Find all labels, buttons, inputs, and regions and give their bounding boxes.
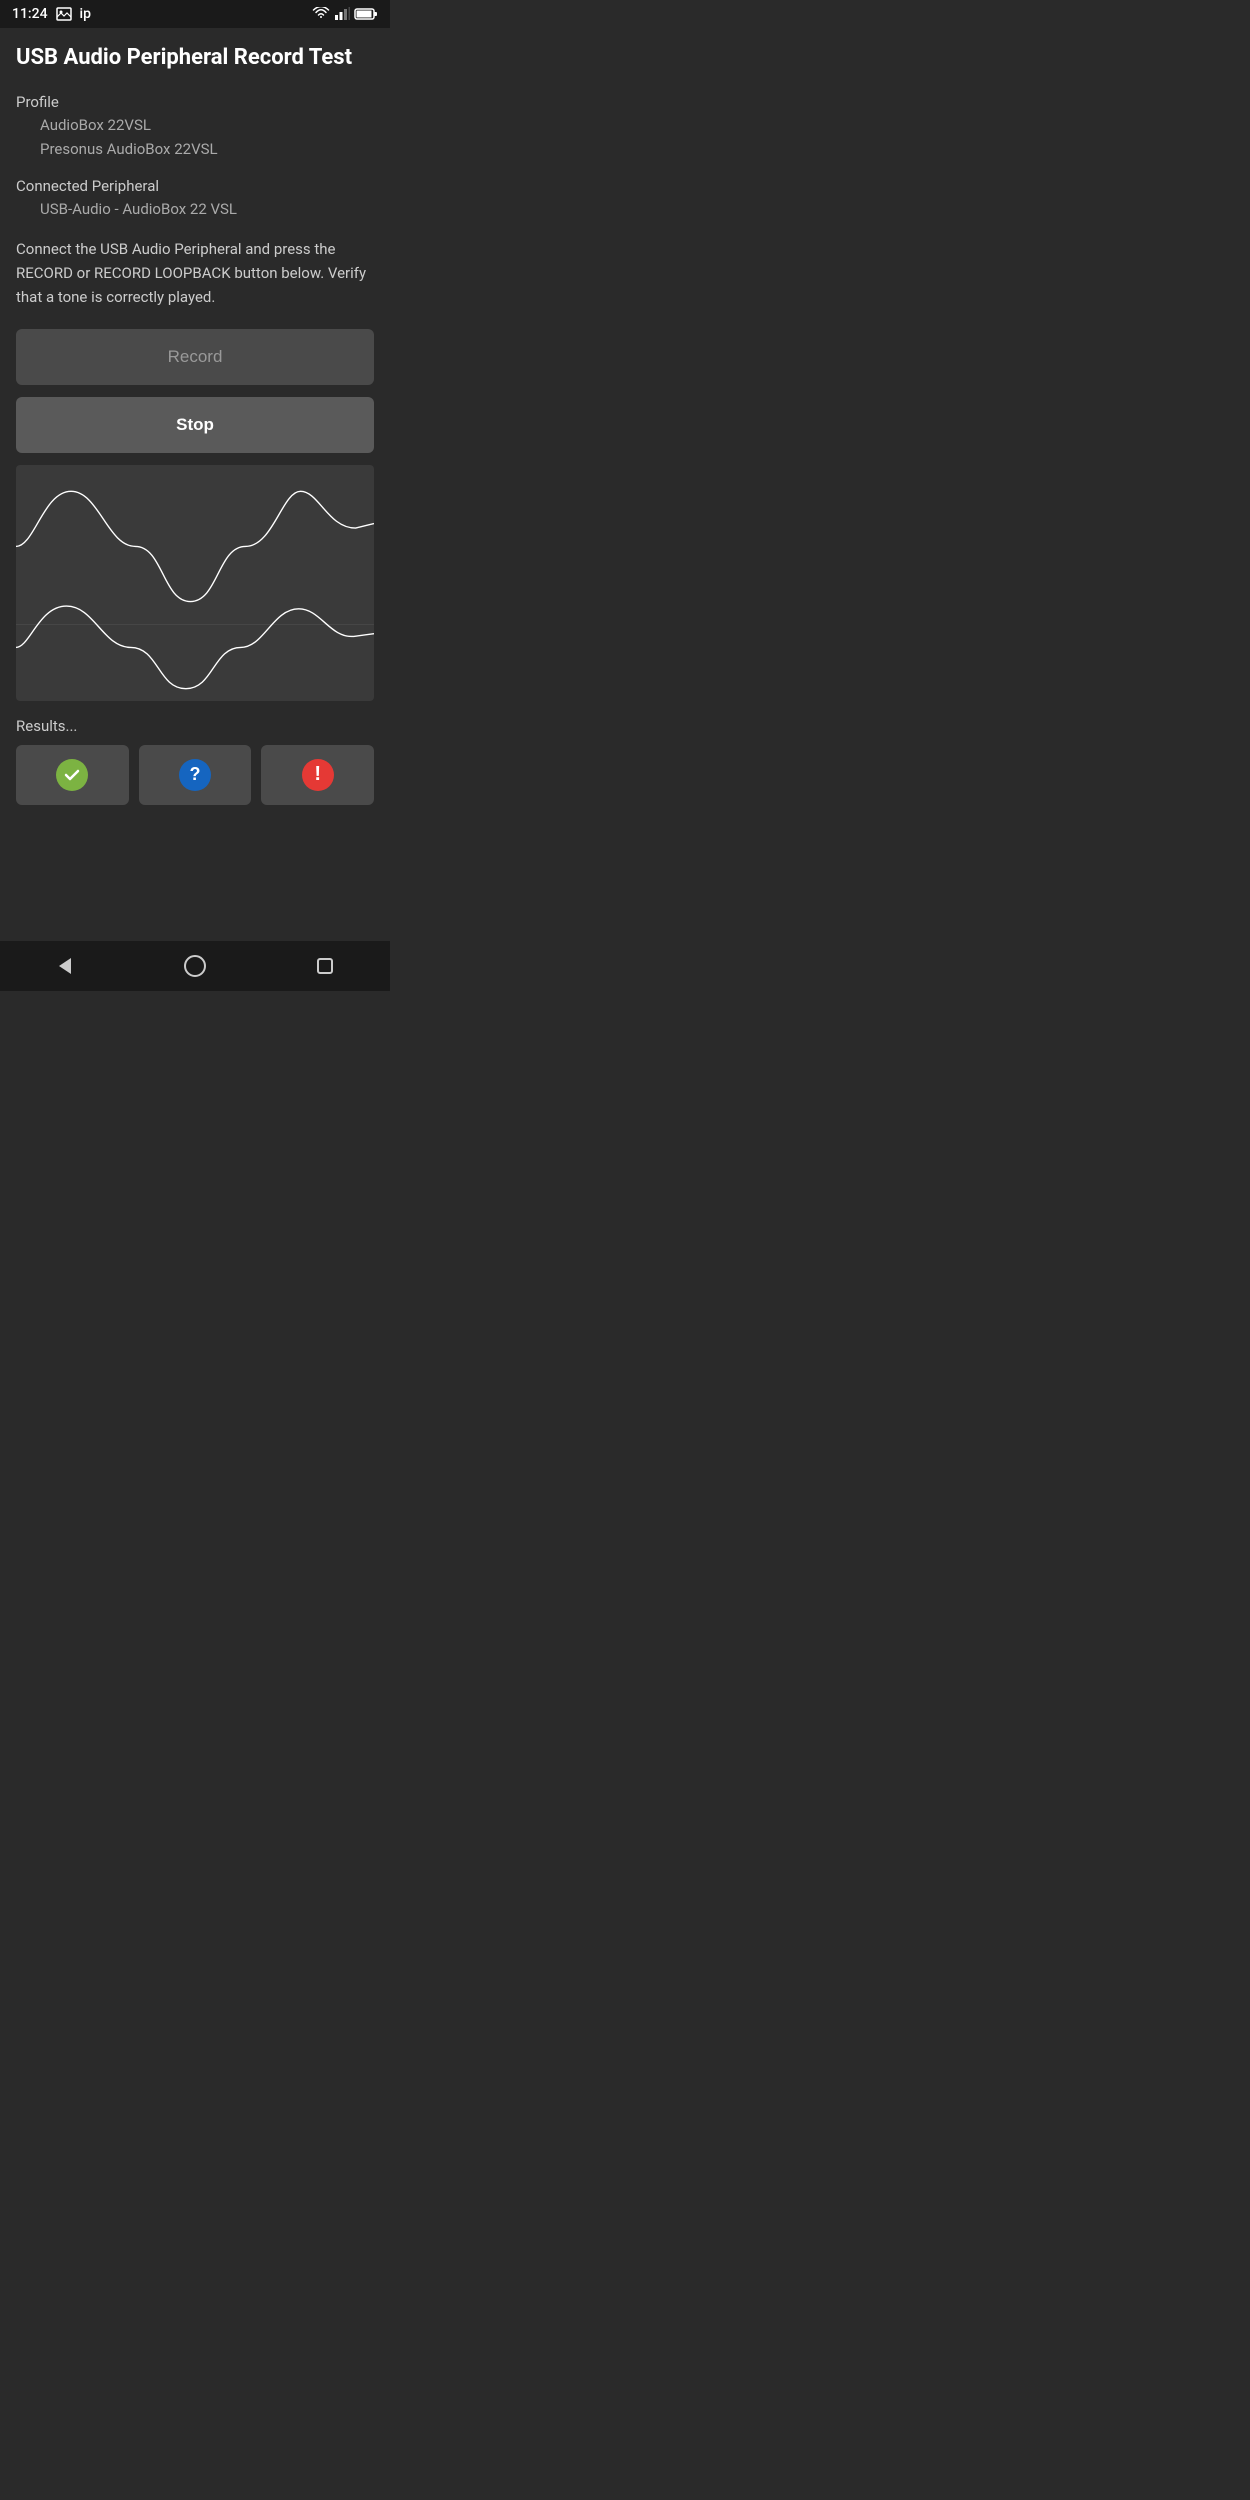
wifi-icon — [312, 7, 330, 21]
page-title: USB Audio Peripheral Record Test — [16, 44, 374, 73]
recent-icon — [313, 954, 337, 978]
profile-full: Presonus AudioBox 22VSL — [16, 137, 374, 161]
result-help-button[interactable]: ? — [139, 745, 252, 805]
waveform-display — [16, 465, 374, 701]
image-icon — [56, 7, 72, 21]
result-success-button[interactable] — [16, 745, 129, 805]
peripheral-label: Connected Peripheral — [16, 177, 374, 195]
device-name: USB-Audio - AudioBox 22 VSL — [16, 197, 374, 221]
status-bar: 11:24 ip — [0, 0, 390, 28]
home-button[interactable] — [175, 946, 215, 986]
profile-label: Profile — [16, 93, 374, 111]
description-text: Connect the USB Audio Peripheral and pre… — [16, 237, 374, 309]
record-button[interactable]: Record — [16, 329, 374, 385]
help-icon-label: ? — [190, 764, 201, 785]
waveform-svg — [16, 473, 374, 693]
battery-icon — [354, 7, 378, 21]
results-label: Results... — [16, 717, 374, 735]
home-icon — [183, 954, 207, 978]
nav-bar — [0, 941, 390, 991]
results-buttons: ? ! — [16, 745, 374, 805]
status-left: 11:24 ip — [12, 6, 91, 22]
help-icon: ? — [179, 759, 211, 791]
error-icon-label: ! — [314, 763, 321, 786]
stop-button[interactable]: Stop — [16, 397, 374, 453]
back-icon — [53, 954, 77, 978]
success-icon — [56, 759, 88, 791]
profile-section: Profile AudioBox 22VSL Presonus AudioBox… — [16, 93, 374, 161]
recent-button[interactable] — [305, 946, 345, 986]
status-icons — [312, 7, 378, 21]
result-error-button[interactable]: ! — [261, 745, 374, 805]
peripheral-section: Connected Peripheral USB-Audio - AudioBo… — [16, 177, 374, 221]
signal-icon — [334, 7, 350, 21]
back-button[interactable] — [45, 946, 85, 986]
status-time: 11:24 — [12, 6, 48, 22]
profile-name: AudioBox 22VSL — [16, 113, 374, 137]
status-notification: ip — [80, 6, 91, 22]
page-content: USB Audio Peripheral Record Test Profile… — [0, 28, 390, 941]
error-icon: ! — [302, 759, 334, 791]
